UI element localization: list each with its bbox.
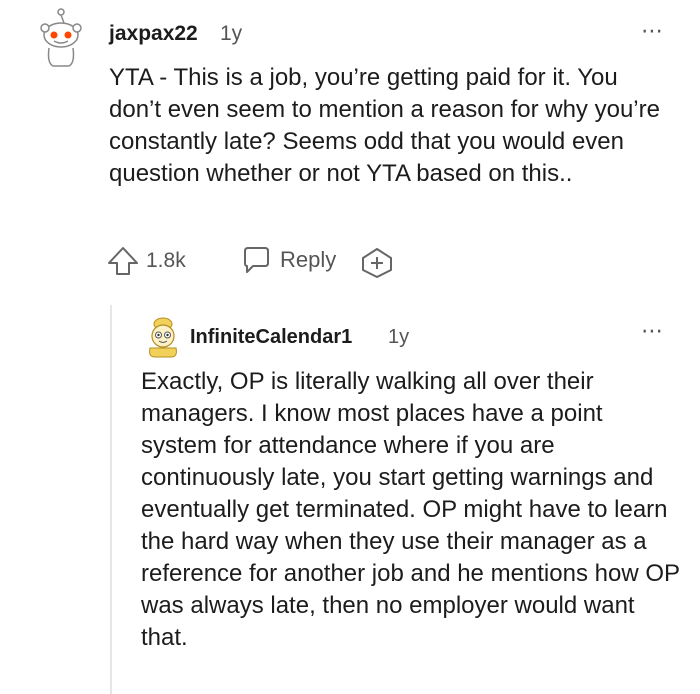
comment-age: 1y	[220, 22, 243, 45]
comment-author[interactable]: jaxpax22	[109, 22, 198, 46]
snoo-avatar-icon[interactable]	[37, 8, 85, 68]
reply-author[interactable]: InfiniteCalendar1	[190, 326, 352, 349]
award-icon[interactable]	[360, 246, 394, 280]
comment-actions: 1.8k Reply	[106, 244, 506, 280]
thread-line[interactable]	[110, 305, 112, 694]
upvote-arrow-icon[interactable]	[106, 244, 140, 278]
comment-body: YTA - This is a job, you’re getting paid…	[109, 64, 660, 187]
more-options-icon[interactable]: ⋯	[641, 18, 664, 44]
reply-button[interactable]: Reply	[240, 244, 336, 276]
reply-bubble-icon	[244, 247, 269, 273]
reply-age: 1y	[388, 326, 410, 348]
vote-count: 1.8k	[146, 249, 186, 272]
upvote-button[interactable]: 1.8k	[106, 244, 186, 278]
reply-more-options-icon[interactable]: ⋯	[641, 318, 664, 344]
reply-label: Reply	[280, 247, 337, 272]
reply-body: Exactly, OP is literally walking all ove…	[141, 368, 680, 651]
user-avatar-icon[interactable]	[143, 316, 183, 358]
